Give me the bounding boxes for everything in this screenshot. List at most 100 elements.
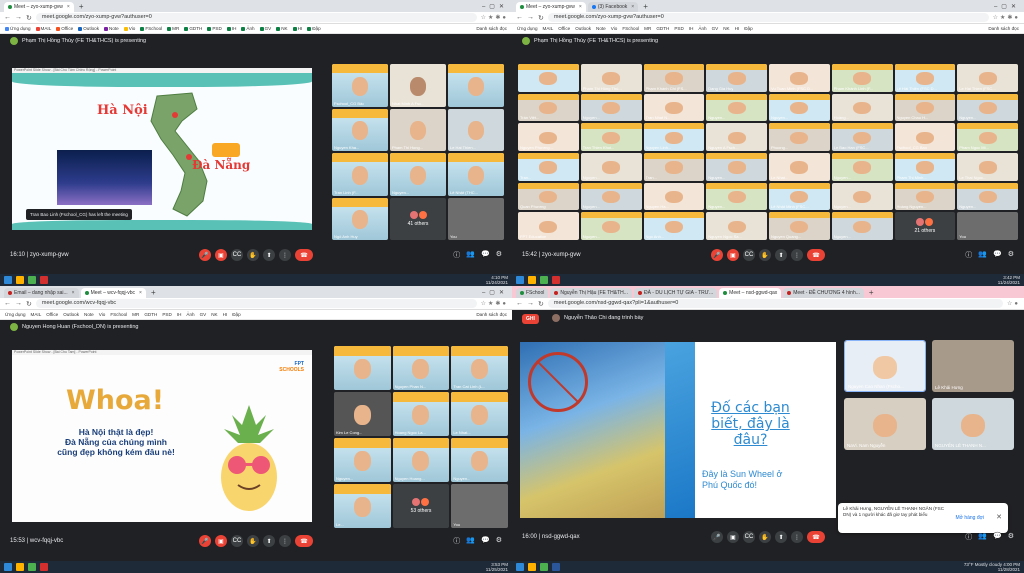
info-icon[interactable]: ⓘ: [453, 250, 460, 260]
bookmark[interactable]: NK: [276, 26, 288, 31]
bookmark[interactable]: Đập: [307, 26, 321, 31]
chat-icon[interactable]: 💬: [481, 250, 490, 260]
participant-tile[interactable]: Nguyen Chau H...: [894, 93, 956, 122]
forward-icon[interactable]: →: [15, 14, 22, 21]
extensions-icon[interactable]: ☆★✱●: [481, 14, 508, 21]
participant-tile[interactable]: Tran Nhat N...: [643, 93, 705, 122]
participant-tile[interactable]: Kim Le Cong...: [334, 392, 391, 436]
chrome-icon[interactable]: [28, 276, 36, 284]
reading-list[interactable]: Danh sách đọc: [988, 26, 1019, 31]
bookmark[interactable]: Outlook: [63, 312, 79, 317]
url-input[interactable]: meet.google.com/zyo-xump-gvw?authuser=0: [547, 13, 989, 22]
info-icon[interactable]: ⓘ: [965, 250, 972, 260]
extensions-icon[interactable]: ☆●: [1007, 300, 1020, 307]
folder-icon[interactable]: [16, 276, 24, 284]
bookmark[interactable]: Ứng dụng: [5, 26, 31, 31]
mic-icon[interactable]: 🎤: [711, 531, 723, 543]
url-input[interactable]: meet.google.com/nsd-ggwd-qax?pli=1&authu…: [547, 299, 1003, 308]
bookmark[interactable]: Ứng dụng: [5, 312, 26, 317]
bookmark[interactable]: Vio: [123, 26, 135, 31]
new-tab-button[interactable]: +: [866, 288, 877, 298]
participant-tile[interactable]: Lê Hải Thiên (FSC D...: [894, 64, 956, 92]
participant-tile[interactable]: Nguyen Cao Nhan (Fscho...: [844, 340, 926, 392]
participant-tile[interactable]: Lê Nhật Minh (FSC...: [769, 182, 830, 211]
bookmark[interactable]: HI: [223, 312, 228, 317]
participant-tile[interactable]: Nguyen...: [706, 152, 767, 181]
reading-list[interactable]: Danh sách đọc: [476, 26, 507, 31]
browser-tab[interactable]: Meet – wcv-fqqj-vbc ×: [80, 288, 146, 298]
present-icon[interactable]: ⬆: [775, 249, 787, 261]
new-tab-button[interactable]: +: [148, 288, 159, 298]
activities-icon[interactable]: ⚙: [1008, 532, 1014, 542]
more-icon[interactable]: ⋮: [279, 249, 291, 261]
participant-tile[interactable]: Nguyen A Fsch...: [706, 123, 767, 151]
extensions-icon[interactable]: ☆★✱●: [993, 14, 1020, 21]
participant-tile[interactable]: Nguyen...: [580, 152, 642, 181]
back-icon[interactable]: ←: [4, 14, 11, 21]
participant-tile[interactable]: NGUYỄN LÊ THANH N...: [932, 398, 1014, 450]
participant-tile[interactable]: FPT Education: [518, 212, 579, 240]
reload-icon[interactable]: ↻: [26, 14, 32, 22]
chat-icon[interactable]: 💬: [993, 250, 1002, 260]
participant-tile[interactable]: [448, 64, 504, 107]
camera-icon[interactable]: ▣: [727, 531, 739, 543]
window-controls[interactable]: –▢✕: [990, 1, 1024, 12]
raise-hand-icon[interactable]: ✋: [759, 249, 771, 261]
browser-tab[interactable]: Meet – zyo-xump-gvw ×: [516, 2, 586, 12]
powerpoint-icon[interactable]: [40, 276, 48, 284]
bookmark[interactable]: Outlook: [78, 26, 99, 31]
captions-icon[interactable]: CC: [743, 531, 755, 543]
self-tile[interactable]: You: [957, 212, 1018, 240]
bookmark[interactable]: PSD: [162, 312, 171, 317]
participant-tile[interactable]: Nguyen Kha...: [332, 108, 388, 151]
folder-icon[interactable]: [16, 563, 24, 571]
self-tile[interactable]: You: [448, 197, 504, 240]
participant-tile[interactable]: Nguyen...: [580, 182, 642, 211]
browser-tab[interactable]: ĐÀ - DU LỊCH TỰ GIA - TRƯ...: [633, 288, 718, 298]
bookmark[interactable]: HI: [735, 26, 740, 31]
close-icon[interactable]: ×: [579, 4, 582, 10]
participant-tile[interactable]: Phạm Thị Minh...: [894, 152, 956, 181]
end-call-button[interactable]: ☎: [807, 249, 825, 261]
new-tab-button[interactable]: +: [640, 2, 651, 12]
participant-tile[interactable]: Nguyen...: [831, 212, 893, 240]
participant-tile[interactable]: Nguyen...: [451, 438, 508, 482]
more-icon[interactable]: ⋮: [279, 535, 291, 547]
bookmark[interactable]: Outlook: [575, 26, 591, 31]
participant-tile[interactable]: Nguyen...: [580, 212, 642, 240]
participant-tile[interactable]: Nguyen Linh...: [643, 123, 705, 151]
bookmark[interactable]: GDTH: [656, 26, 669, 31]
info-icon[interactable]: ⓘ: [965, 532, 972, 542]
participant-tile[interactable]: Nguyen Phan N...: [392, 346, 450, 390]
bookmark[interactable]: Note: [104, 26, 119, 31]
back-icon[interactable]: ←: [4, 300, 11, 307]
bookmark[interactable]: Office: [558, 26, 570, 31]
participant-tile[interactable]: Nguyen...: [334, 438, 391, 482]
bookmark[interactable]: PSD: [207, 26, 222, 31]
url-input[interactable]: meet.google.com/wcv-fqqj-vbc: [35, 299, 477, 308]
browser-tab[interactable]: (3) Facebook ×: [587, 2, 639, 12]
participant-tile[interactable]: Pham Ngoc Mi...: [957, 123, 1018, 151]
bookmark[interactable]: MR: [132, 312, 139, 317]
people-icon[interactable]: 👥: [466, 250, 475, 260]
bookmark[interactable]: Vio: [99, 312, 106, 317]
participant-tile[interactable]: Le Thai Ngoc...: [957, 152, 1018, 181]
participant-tile[interactable]: Nguyen...: [831, 182, 893, 211]
close-icon[interactable]: ×: [631, 4, 634, 10]
participant-tile[interactable]: Lê Nhật (THC...: [448, 153, 504, 196]
participant-tile[interactable]: Le Nhat...: [451, 392, 508, 436]
forward-icon[interactable]: →: [527, 300, 534, 307]
participant-tile[interactable]: Quan Phương: [518, 182, 579, 211]
folder-icon[interactable]: [528, 563, 536, 571]
raise-hand-icon[interactable]: ✋: [759, 531, 771, 543]
participant-tile[interactable]: Pham Thi Hồng Thú...: [580, 64, 642, 92]
others-tile[interactable]: 41 others: [390, 197, 446, 240]
participant-tile[interactable]: Nguyen...: [706, 182, 767, 211]
bookmark[interactable]: MAIL: [35, 26, 51, 31]
chat-icon[interactable]: 💬: [481, 536, 490, 546]
participant-tile[interactable]: Tran...: [518, 152, 579, 181]
start-icon[interactable]: [516, 563, 524, 571]
participant-tile[interactable]: Ngô Anh Huy: [332, 197, 388, 240]
captions-icon[interactable]: CC: [231, 249, 243, 261]
more-icon[interactable]: ⋮: [791, 249, 803, 261]
